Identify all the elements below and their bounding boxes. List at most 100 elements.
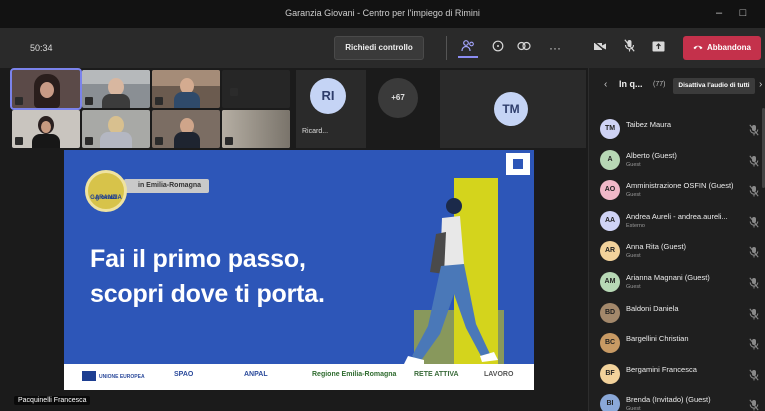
chat-icon[interactable] xyxy=(488,38,508,58)
participant-row[interactable]: A Alberto (Guest) Guest xyxy=(589,145,765,175)
regione-logo: Regione Emilia-Romagna xyxy=(312,371,397,378)
participant-row[interactable]: AA Andrea Aureli - andrea.aureli... Estern… xyxy=(589,206,765,236)
participant-name: Anna Rita (Guest) xyxy=(626,242,687,252)
video-tile[interactable] xyxy=(82,70,150,108)
participant-name: Ricard... xyxy=(302,128,329,135)
participant-name: Andrea Aureli - andrea.aureli... xyxy=(626,211,728,221)
maximize-icon[interactable]: □ xyxy=(732,4,754,22)
mic-off-icon xyxy=(749,368,759,381)
participant-row[interactable]: AO Amministrazione OSFIN (Guest) Guest xyxy=(589,175,765,205)
phone-hangup-icon xyxy=(693,36,703,60)
participant-name: Brenda (Invitado) (Guest) xyxy=(626,395,711,405)
participant-row[interactable]: BD Baldoni Daniela xyxy=(589,298,765,328)
participant-name: Alberto (Guest) xyxy=(626,150,677,160)
participant-count: (77) xyxy=(653,81,666,88)
participant-row[interactable]: AR Anna Rita (Guest) Guest xyxy=(589,236,765,266)
video-tile[interactable] xyxy=(82,110,150,148)
avatar: TM xyxy=(600,119,620,139)
mic-off-icon xyxy=(749,184,759,197)
people-icon[interactable] xyxy=(458,38,478,58)
request-control-button[interactable]: Richiedi controllo xyxy=(334,36,424,60)
mic-off-icon xyxy=(225,137,233,145)
participant-name: Taibez Maura xyxy=(626,120,672,129)
slide-headline: Fai il primo passo, scopri dove ti porta… xyxy=(90,245,325,308)
video-tile[interactable] xyxy=(12,110,80,148)
mic-off-icon xyxy=(85,137,93,145)
mic-off-icon xyxy=(749,123,759,136)
shared-slide: in Emilia-Romagna GARANZIA giovani Fai il… xyxy=(64,150,534,390)
slide-corner-icon xyxy=(506,153,530,175)
avatar: AO xyxy=(600,180,620,201)
mic-off-icon xyxy=(749,398,759,411)
participant-row[interactable]: BF Bergamini Francesca xyxy=(589,359,765,389)
meeting-toolbar: 50:34 Richiedi controllo ··· Abbandona xyxy=(0,28,765,68)
avatar: AA xyxy=(600,210,620,231)
spao-logo: SPAO xyxy=(174,371,194,378)
participant-row[interactable]: TM Taibez Maura xyxy=(589,114,765,144)
video-tile[interactable] xyxy=(152,70,220,108)
participant-name: Bergamini Francesca xyxy=(626,364,697,374)
presenter-name: Pacquinelli Francesca xyxy=(14,396,91,405)
video-tile[interactable] xyxy=(10,68,82,110)
avatar: TM xyxy=(494,92,528,126)
mute-all-button[interactable]: Disattiva l'audio di tutti xyxy=(673,78,755,94)
eu-logo: UNIONE EUROPEA xyxy=(82,371,145,381)
mic-off-icon xyxy=(749,245,759,258)
participant-role: Guest xyxy=(626,284,641,290)
video-tile[interactable] xyxy=(222,110,290,148)
mic-off-icon xyxy=(230,88,238,96)
mic-off-icon xyxy=(155,97,163,105)
toolbar-divider xyxy=(446,36,447,60)
reactions-icon[interactable] xyxy=(514,38,534,58)
avatar: BF xyxy=(600,363,620,384)
mic-off-icon[interactable] xyxy=(619,38,639,58)
chevron-right-icon[interactable]: › xyxy=(759,79,762,90)
meeting-timer: 50:34 xyxy=(30,43,53,53)
mic-off-icon xyxy=(749,154,759,167)
rete-attiva-logo: RETE ATTIVA xyxy=(414,371,459,378)
participant-name: Bargellini Christian xyxy=(626,334,689,344)
mic-off-icon xyxy=(749,215,759,228)
mic-off-icon xyxy=(749,337,759,350)
avatar: AR xyxy=(600,241,620,262)
leave-button[interactable]: Abbandona xyxy=(683,36,761,60)
video-tile[interactable] xyxy=(152,110,220,148)
panel-header: ‹ In q... (77) Disattiva l'audio di tutt… xyxy=(589,68,765,104)
participant-tile[interactable]: RI Ricard... xyxy=(296,70,366,148)
lavoro-logo: LAVORO xyxy=(484,371,514,378)
participant-role: Esterno xyxy=(626,222,645,229)
overflow-tile[interactable]: +67 xyxy=(370,70,434,148)
title-bar: Garanzia Giovani - Centro per l'impiego … xyxy=(0,0,765,28)
participant-name: Amministrazione OSFIN (Guest) xyxy=(626,181,734,191)
participant-role: Guest xyxy=(626,161,641,168)
participant-name: Arianna Magnani (Guest) xyxy=(626,273,710,282)
mic-off-icon xyxy=(749,276,759,289)
camera-off-icon[interactable] xyxy=(590,38,610,58)
participant-role: Guest xyxy=(626,192,641,199)
panel-title[interactable]: In q... xyxy=(619,79,643,89)
participant-row[interactable]: BC Bargellini Christian xyxy=(589,328,765,358)
mic-off-icon xyxy=(15,137,23,145)
video-tile[interactable] xyxy=(222,70,290,108)
more-icon[interactable]: ··· xyxy=(545,38,565,58)
overflow-count: +67 xyxy=(378,78,418,118)
anpal-logo: ANPAL xyxy=(244,371,268,378)
avatar: AM xyxy=(600,272,620,292)
avatar: A xyxy=(600,149,620,170)
region-tag: in Emilia-Romagna xyxy=(124,179,210,193)
share-icon[interactable] xyxy=(648,38,668,58)
partner-logos-bar: UNIONE EUROPEA SPAO ANPAL Regione Emilia… xyxy=(64,364,534,390)
chevron-left-icon[interactable]: ‹ xyxy=(604,79,607,90)
participant-row[interactable]: AM Arianna Magnani (Guest) Guest xyxy=(589,267,765,297)
participant-tile[interactable]: TM xyxy=(440,70,586,148)
participant-role: Guest xyxy=(626,253,641,260)
participant-row[interactable]: BI Brenda (Invitado) (Guest) Guest xyxy=(589,389,765,411)
meeting-stage: RI Ricard... +67 TM in Emilia-Romagna GA… xyxy=(0,68,588,411)
avatar: RI xyxy=(310,78,346,114)
leave-label: Abbandona xyxy=(707,43,751,52)
avatar: BC xyxy=(600,333,620,354)
participant-role: Guest xyxy=(626,406,641,411)
mic-off-icon xyxy=(85,97,93,105)
participant-name: Baldoni Daniela xyxy=(626,303,679,313)
minimize-icon[interactable]: – xyxy=(708,4,730,22)
